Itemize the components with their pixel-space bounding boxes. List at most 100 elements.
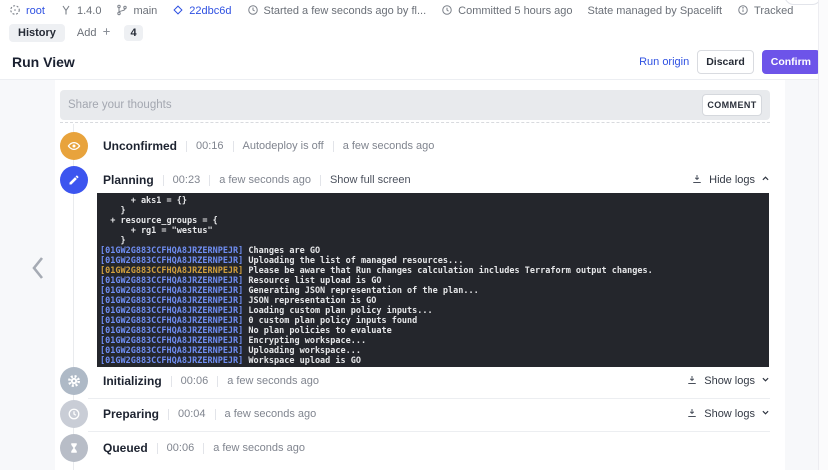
phase-row-planning: Planning 00:23 a few seconds ago Show fu… [60, 166, 770, 194]
log-line-text: } [100, 236, 126, 246]
terminal-line: } [100, 206, 769, 216]
log-line-text: 0 custom plan policy inputs found [243, 316, 417, 326]
terraform-version: 1.4.0 [60, 4, 101, 19]
phase-duration: 00:06 [167, 442, 195, 454]
initializing-gear-icon [60, 367, 88, 395]
divider [171, 376, 172, 387]
truncated-button[interactable] [784, 0, 822, 5]
divider [215, 409, 216, 420]
terminal-line: [01GW2G883CCFHQA8JRZERNPEJR] Workspace u… [100, 356, 769, 366]
logs-toggle-label[interactable]: Show logs [704, 375, 755, 387]
log-line-text: Uploading workspace... [243, 346, 361, 356]
clock-icon [247, 4, 259, 19]
terminal-line: [01GW2G883CCFHQA8JRZERNPEJR] Loading cus… [100, 306, 769, 316]
comment-input[interactable] [68, 99, 702, 111]
terminal-line: + rg1 = "westus" [100, 226, 769, 236]
log-line-prefix: [01GW2G883CCFHQA8JRZERNPEJR] [100, 306, 243, 316]
add-label: Add [77, 27, 97, 39]
phase-label: Unconfirmed [103, 139, 177, 153]
commit-icon [172, 4, 184, 19]
terminal-line: [01GW2G883CCFHQA8JRZERNPEJR] Uploading w… [100, 346, 769, 356]
page-title: Run View [12, 54, 75, 70]
terminal-line: [01GW2G883CCFHQA8JRZERNPEJR] Changes are… [100, 246, 769, 256]
terminal-line: [01GW2G883CCFHQA8JRZERNPEJR] Encrypting … [100, 336, 769, 346]
autodeploy-status: Autodeploy is off [243, 140, 324, 152]
logs-toggle-label[interactable]: Hide logs [709, 174, 755, 186]
hide-logs-toggle[interactable]: Hide logs [691, 173, 770, 188]
log-line-text: Generating JSON representation of the pl… [243, 286, 478, 296]
committed-info: Committed 5 hours ago [441, 4, 572, 19]
log-line-prefix: [01GW2G883CCFHQA8JRZERNPEJR] [100, 326, 243, 336]
terminal-line: [01GW2G883CCFHQA8JRZERNPEJR] Uploading t… [100, 256, 769, 266]
log-line-text: JSON representation is GO [243, 296, 376, 306]
version-icon [60, 4, 72, 19]
log-line-text: + aks1 = {} [100, 196, 187, 206]
log-line-text: Please be aware that Run changes calcula… [243, 266, 652, 276]
phase-timestamp: a few seconds ago [219, 174, 311, 186]
phase-timestamp: a few seconds ago [343, 140, 435, 152]
phase-row-unconfirmed: Unconfirmed 00:16 Autodeploy is off a fe… [60, 132, 770, 160]
show-logs-toggle[interactable]: Show logs [686, 374, 770, 389]
comment-box: COMMENT [60, 90, 770, 120]
divider [186, 141, 187, 152]
log-line-text: No plan policies to evaluate [243, 326, 391, 336]
unconfirmed-eye-icon [60, 132, 88, 160]
stack-link[interactable]: root [9, 4, 45, 19]
page-scrollbar[interactable] [818, 0, 828, 470]
log-line-text: + resource_groups = { [100, 216, 218, 226]
chevron-up-icon [761, 174, 770, 186]
comment-separator [60, 122, 770, 123]
divider [157, 443, 158, 454]
chevron-down-icon [761, 408, 770, 420]
tab-add[interactable]: Add [77, 26, 113, 40]
commit-link[interactable]: 22dbc6d [172, 4, 231, 19]
download-logs-icon[interactable] [686, 407, 698, 422]
download-logs-icon[interactable] [691, 173, 703, 188]
phase-row-preparing: Preparing 00:04 a few seconds ago Show l… [60, 400, 770, 428]
log-line-text: Encrypting workspace... [243, 336, 366, 346]
discard-button[interactable]: Discard [697, 50, 754, 74]
divider [217, 376, 218, 387]
divider [333, 141, 334, 152]
tab-row: History Add 4 [0, 22, 143, 44]
commit-sha[interactable]: 22dbc6d [189, 5, 231, 17]
planning-log-terminal[interactable]: + aks1 = {} } + resource_groups = { + rg… [97, 193, 769, 367]
terminal-line: [01GW2G883CCFHQA8JRZERNPEJR] Please be a… [100, 266, 769, 276]
log-line-prefix: [01GW2G883CCFHQA8JRZERNPEJR] [100, 336, 243, 346]
phase-duration: 00:23 [173, 174, 201, 186]
terminal-line: [01GW2G883CCFHQA8JRZERNPEJR] No plan pol… [100, 326, 769, 336]
phase-timestamp: a few seconds ago [213, 442, 305, 454]
phase-duration: 00:06 [181, 375, 209, 387]
branch-icon [116, 4, 128, 19]
run-origin-link[interactable]: Run origin [639, 56, 689, 68]
log-line-prefix: [01GW2G883CCFHQA8JRZERNPEJR] [100, 296, 243, 306]
log-line-prefix: [01GW2G883CCFHQA8JRZERNPEJR] [100, 256, 243, 266]
phase-label: Preparing [103, 407, 159, 421]
run-timeline-area: COMMENT Unconfirmed 00:16 Autodeploy is … [0, 80, 828, 470]
stack-name[interactable]: root [26, 5, 45, 17]
stack-icon [9, 4, 21, 19]
logs-toggle-label[interactable]: Show logs [704, 408, 755, 420]
show-full-screen-link[interactable]: Show full screen [330, 174, 411, 186]
log-line-text: + rg1 = "westus" [100, 226, 213, 236]
row-separator [88, 398, 770, 399]
download-logs-icon[interactable] [686, 374, 698, 389]
phase-row-initializing: Initializing 00:06 a few seconds ago Sho… [60, 367, 770, 395]
info-icon [737, 4, 749, 19]
log-line-prefix: [01GW2G883CCFHQA8JRZERNPEJR] [100, 246, 243, 256]
changes-count-badge[interactable]: 4 [124, 25, 142, 41]
history-clock-icon [441, 4, 453, 19]
terminal-line: [01GW2G883CCFHQA8JRZERNPEJR] 0 custom pl… [100, 316, 769, 326]
phase-row-queued: Queued 00:06 a few seconds ago [60, 434, 770, 462]
terminal-line: } [100, 236, 769, 246]
planning-pencil-icon [60, 166, 88, 194]
show-logs-toggle[interactable]: Show logs [686, 407, 770, 422]
phase-timestamp: a few seconds ago [225, 408, 317, 420]
started-info: Started a few seconds ago by fl... [247, 4, 427, 19]
comment-button[interactable]: COMMENT [702, 94, 762, 116]
confirm-button[interactable]: Confirm [762, 50, 820, 74]
divider [203, 443, 204, 454]
carousel-left-arrow[interactable] [30, 255, 46, 281]
log-line-text: Resource list upload is GO [243, 276, 381, 286]
tab-history[interactable]: History [9, 24, 65, 42]
